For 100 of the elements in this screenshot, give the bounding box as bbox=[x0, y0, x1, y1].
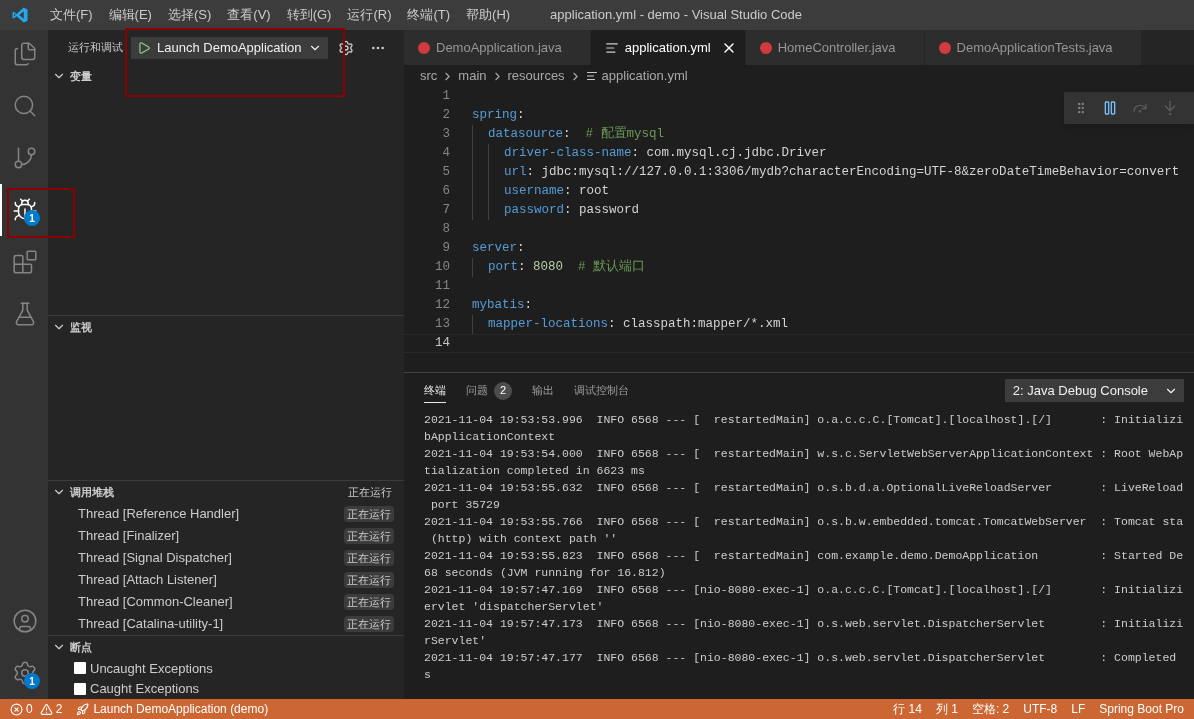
menu-item[interactable]: 编辑(E) bbox=[100, 5, 160, 25]
thread-name[interactable]: Thread [Common-Cleaner] bbox=[78, 592, 233, 612]
launch-config-dropdown[interactable]: Launch DemoApplication bbox=[131, 36, 328, 59]
status-item[interactable]: LF bbox=[1071, 700, 1086, 718]
line-number: 13 bbox=[434, 316, 450, 334]
pause-icon[interactable] bbox=[1102, 100, 1118, 116]
breadcrumb-item[interactable]: main bbox=[458, 66, 487, 86]
settings-icon bbox=[12, 660, 38, 686]
terminal-line: port 35729 bbox=[429, 497, 501, 513]
account-icon bbox=[12, 608, 38, 634]
code-text: : password bbox=[564, 202, 640, 220]
code-text: 8080 bbox=[533, 259, 564, 277]
error-icon bbox=[10, 702, 23, 716]
code-text: server bbox=[472, 240, 517, 258]
search-icon bbox=[12, 93, 38, 119]
thread-name[interactable]: Thread [Signal Dispatcher] bbox=[78, 548, 232, 568]
sidebar-title: 运行和调试 bbox=[68, 40, 123, 56]
status-badge: 正在运行 bbox=[344, 593, 394, 611]
code-text: driver-class-name bbox=[504, 145, 632, 163]
problems-indicator[interactable]: 0 2 bbox=[10, 700, 63, 718]
editor-tab[interactable]: DemoApplicationTests.java bbox=[924, 30, 1142, 65]
status-badge: 正在运行 bbox=[344, 571, 394, 589]
menu-item[interactable]: 选择(S) bbox=[159, 5, 220, 25]
panel-tab[interactable]: 输出 bbox=[532, 378, 554, 403]
menu-item[interactable]: 帮助(H) bbox=[458, 5, 519, 25]
panel-tab[interactable]: 调试控制台 bbox=[574, 378, 629, 403]
breakpoint-label: Uncaught Exceptions bbox=[90, 659, 213, 678]
status-item[interactable]: 列 1 bbox=[935, 700, 958, 718]
status-label: 正在运行 bbox=[348, 484, 392, 500]
status-item[interactable]: Spring Boot Pro bbox=[1099, 700, 1184, 718]
breadcrumb-item[interactable]: src bbox=[420, 66, 438, 86]
panel-tab[interactable]: 问题 2 bbox=[466, 378, 512, 403]
text-file-icon bbox=[585, 70, 598, 82]
menu-item[interactable]: 终端(T) bbox=[399, 5, 459, 25]
thread-name[interactable]: Thread [Reference Handler] bbox=[78, 504, 240, 524]
line-number: 2 bbox=[441, 107, 450, 125]
line-number: 12 bbox=[434, 297, 450, 315]
terminal-line: rServlet' bbox=[424, 633, 488, 649]
editor-tab[interactable]: HomeController.java bbox=[745, 30, 925, 65]
terminal-line: 68 seconds (JVM running for 16.812) bbox=[424, 565, 667, 581]
count-badge: 1 bbox=[24, 210, 40, 226]
code-text: mybatis bbox=[472, 297, 525, 315]
section-title[interactable]: 调用堆栈 bbox=[70, 483, 114, 501]
code-text: datasource bbox=[488, 126, 564, 144]
code-text: mapper-locations bbox=[488, 316, 609, 334]
count-badge: 2 bbox=[494, 381, 512, 400]
checkbox[interactable] bbox=[74, 682, 86, 695]
section-title[interactable]: 变量 bbox=[70, 67, 92, 85]
activity-bar-item[interactable]: 1 bbox=[0, 647, 48, 699]
launch-indicator[interactable]: Launch DemoApplication (demo) bbox=[76, 700, 269, 718]
terminal-line: ervlet 'dispatcherServlet' bbox=[424, 599, 605, 615]
line-number: 5 bbox=[441, 164, 450, 182]
files-icon bbox=[12, 41, 38, 67]
warning-icon bbox=[39, 702, 53, 716]
line-number: 11 bbox=[434, 278, 450, 296]
breakpoint-label: Caught Exceptions bbox=[90, 680, 200, 698]
terminal-line: bApplicationContext bbox=[424, 429, 557, 445]
menu-item[interactable]: 运行(R) bbox=[339, 5, 400, 25]
terminal-select[interactable]: 2: Java Debug Console bbox=[1004, 379, 1184, 402]
line-number: 3 bbox=[441, 126, 450, 144]
thread-name[interactable]: Thread [Attach Listener] bbox=[78, 570, 217, 590]
code-text: : bbox=[563, 126, 571, 144]
status-badge: 正在运行 bbox=[344, 615, 394, 633]
breadcrumb-item[interactable]: application.yml bbox=[601, 66, 688, 86]
menu-item[interactable]: 文件(F) bbox=[42, 5, 101, 25]
menu-item[interactable]: 转到(G) bbox=[278, 5, 340, 25]
panel-tab[interactable]: 终端 bbox=[424, 378, 446, 403]
code-text: spring bbox=[472, 107, 517, 125]
menu-item[interactable]: 查看(V) bbox=[219, 5, 279, 25]
breadcrumb-item[interactable]: resources bbox=[507, 66, 565, 86]
code-text: url bbox=[504, 164, 527, 182]
status-badge: 正在运行 bbox=[344, 505, 394, 523]
code-text: : bbox=[524, 297, 533, 315]
settings-icon[interactable] bbox=[337, 39, 354, 56]
editor-tab[interactable]: DemoApplication.java bbox=[404, 30, 591, 65]
text-file-icon bbox=[604, 40, 619, 55]
status-item[interactable]: 行 14 bbox=[893, 700, 922, 718]
code-text: : jdbc:mysql://127.0.0.1:3306/mydb?characterEncoding=UTF-8&zeroDateTimeBehavior=convert bbox=[526, 164, 1180, 182]
terminal-line: 2021-11-04 19:53:53.996 INFO 6568 --- [ restartedMain] o.a.c.c.C.[Tomcat].[localhost].[/] : Initializi bbox=[424, 412, 1185, 428]
terminal-line: 2021-11-04 19:53:55.632 INFO 6568 --- [ restartedMain] o.s.b.d.a.OptionalLiveReloadServer : LiveReload bbox=[424, 480, 1185, 496]
line-number: 4 bbox=[441, 145, 450, 163]
thread-name[interactable]: Thread [Catalina-utility-1] bbox=[78, 614, 224, 634]
status-item[interactable]: UTF-8 bbox=[1023, 700, 1058, 718]
line-number: 14 bbox=[434, 335, 450, 353]
code-text: : classpath:mapper/*.xml bbox=[608, 316, 789, 334]
java-file-icon bbox=[418, 41, 430, 54]
editor-tab[interactable]: application.yml bbox=[590, 30, 746, 65]
line-number: 8 bbox=[441, 221, 450, 239]
branch-icon bbox=[12, 145, 38, 171]
section-title[interactable]: 断点 bbox=[70, 638, 92, 656]
java-file-icon bbox=[938, 41, 951, 54]
terminal-line: 2021-11-04 19:53:54.000 INFO 6568 --- [ restartedMain] w.s.c.ServletWebServerApplicationContext : Root WebAp bbox=[424, 446, 1185, 462]
line-number: 10 bbox=[434, 259, 450, 277]
code-text: username bbox=[504, 183, 565, 201]
terminal-line: (http) with context path '' bbox=[429, 531, 619, 547]
thread-name[interactable]: Thread [Finalizer] bbox=[78, 526, 180, 546]
section-title[interactable]: 监视 bbox=[70, 318, 92, 336]
checkbox[interactable] bbox=[74, 662, 86, 675]
status-item[interactable]: 空格: 2 bbox=[971, 700, 1010, 718]
line-number: 9 bbox=[441, 240, 450, 258]
